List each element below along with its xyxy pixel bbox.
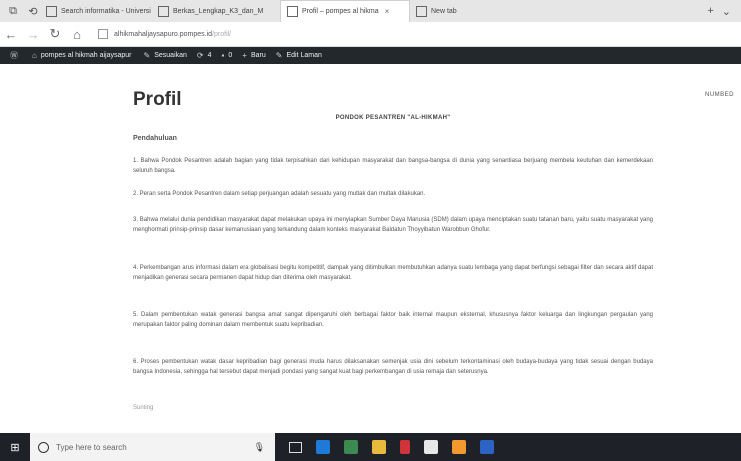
wp-admin-bar: Ⓦ ⌂ pompes al hikmah aijaysapur ✎ Sesuaika… bbox=[0, 47, 741, 64]
taskbar-search-box[interactable]: Type here to search 🎙 bbox=[30, 433, 275, 461]
paragraph-4: 4. Perkembangan arus informasi dalam era… bbox=[133, 265, 653, 281]
home-icon[interactable]: ⌂ bbox=[66, 27, 88, 42]
section-heading: Pendahuluan bbox=[133, 135, 177, 142]
url-host: alhikmahaljaysapuro.pompes.id bbox=[114, 30, 213, 38]
tab-label: New tab bbox=[431, 7, 457, 15]
document-title: PONDOK PESANTREN "AL-HIKMAH" bbox=[335, 115, 451, 121]
pencil-icon: ✎ bbox=[275, 51, 283, 60]
wp-updates[interactable]: ⟳ 4 bbox=[197, 51, 212, 60]
tab-label: Berkas_Lengkap_K3_dan_M bbox=[173, 7, 264, 15]
wp-comments[interactable]: ▪ 0 bbox=[222, 51, 233, 60]
microphone-icon[interactable]: 🎙 bbox=[254, 442, 265, 453]
tab-strip-right: + ⌄ bbox=[707, 5, 741, 18]
comments-count: 0 bbox=[228, 52, 233, 59]
back-arrow-icon[interactable]: ← bbox=[0, 27, 22, 42]
new-tab-button[interactable]: + bbox=[707, 5, 713, 17]
edge-browser-icon[interactable] bbox=[316, 440, 330, 454]
paragraph-2: 2. Peran serta Pondok Pesantren dalam se… bbox=[133, 191, 426, 197]
paragraph-1: 1. Bahwa Pondok Pesantren adalah bagian … bbox=[133, 158, 653, 174]
tab-label: Search informatika - Universi bbox=[61, 7, 151, 15]
tab-list-chevron-icon[interactable]: ⌄ bbox=[722, 5, 731, 18]
site-name-label: pompes al hikmah aijaysapur bbox=[40, 52, 132, 59]
windows-start-icon[interactable]: ⊞ bbox=[0, 433, 30, 461]
page-title: Profil bbox=[133, 89, 182, 110]
tab-search-informatika[interactable]: Search informatika - Universi bbox=[40, 0, 152, 22]
home-icon: ⌂ bbox=[32, 51, 37, 60]
refresh-icon: ⟳ bbox=[196, 51, 204, 60]
url-field[interactable]: alhikmahaljaysapuro.pompes.id /profil/ bbox=[98, 29, 231, 39]
wp-site-name[interactable]: ⌂ pompes al hikmah aijaysapur bbox=[32, 51, 132, 60]
plus-icon: + bbox=[242, 51, 247, 60]
number-label: NUMBED bbox=[705, 92, 735, 98]
page-icon bbox=[46, 5, 57, 17]
updates-count: 4 bbox=[207, 52, 212, 59]
edit-page-label: Edit Laman bbox=[286, 52, 322, 59]
new-label: Baru bbox=[250, 52, 266, 59]
page-icon bbox=[416, 5, 427, 17]
document-icon bbox=[158, 5, 169, 17]
wp-customize[interactable]: ✎ Sesuaikan bbox=[144, 51, 187, 60]
excel-icon[interactable] bbox=[344, 440, 358, 454]
taskbar-app-icons bbox=[289, 440, 494, 454]
wp-logo-menu[interactable]: Ⓦ bbox=[10, 50, 22, 61]
tab-new-tab[interactable]: New tab bbox=[410, 0, 490, 22]
set-aside-tabs-icon[interactable]: ⟲ bbox=[26, 4, 40, 18]
brush-icon: ✎ bbox=[143, 51, 151, 60]
wp-new[interactable]: + Baru bbox=[242, 51, 265, 60]
app-red-icon[interactable] bbox=[400, 440, 410, 454]
page-content: Profil NUMBED PONDOK PESANTREN "AL-HIKMA… bbox=[0, 64, 741, 433]
task-view-icon[interactable] bbox=[289, 441, 302, 453]
word-icon[interactable] bbox=[480, 440, 494, 454]
cortana-circle-icon bbox=[38, 441, 49, 453]
app-orange-icon[interactable] bbox=[452, 440, 466, 454]
paragraph-5: 5. Dalam pembentukan watak generasi bang… bbox=[133, 312, 653, 328]
store-icon[interactable] bbox=[424, 440, 438, 454]
refresh-icon[interactable]: ↻ bbox=[44, 26, 66, 42]
browser-tab-strip: ⧉ ⟲ Search informatika - Universi Berkas… bbox=[0, 0, 741, 22]
address-bar-row: ← → ↻ ⌂ alhikmahaljaysapuro.pompes.id /p… bbox=[0, 22, 741, 47]
tab-label: Profil – pompes al hikma bbox=[302, 8, 379, 15]
search-placeholder: Type here to search bbox=[56, 442, 127, 452]
url-path: /profil/ bbox=[212, 30, 232, 38]
forward-arrow-icon[interactable]: → bbox=[22, 27, 44, 42]
edit-link[interactable]: Sunting bbox=[133, 405, 153, 411]
paragraph-3: 3. Bahwa melalui dunia pendidikan masyar… bbox=[133, 217, 653, 233]
wp-edit-page[interactable]: ✎ Edit Laman bbox=[276, 51, 322, 60]
page-icon bbox=[287, 6, 298, 17]
paragraph-6: 6. Proses pembentukan watak dasar keprib… bbox=[133, 359, 653, 375]
page-info-icon[interactable] bbox=[98, 29, 108, 39]
file-explorer-icon[interactable] bbox=[372, 440, 386, 454]
tab-profil[interactable]: Profil – pompes al hikma × bbox=[280, 0, 410, 22]
tab-actions-icon[interactable]: ⧉ bbox=[6, 4, 20, 18]
tab-close-icon[interactable]: × bbox=[385, 7, 390, 16]
customize-label: Sesuaikan bbox=[154, 52, 187, 59]
tab-berkas-lengkap[interactable]: Berkas_Lengkap_K3_dan_M bbox=[152, 0, 280, 22]
comment-icon: ▪ bbox=[221, 51, 225, 60]
wordpress-logo-icon: Ⓦ bbox=[10, 51, 18, 60]
windows-taskbar: ⊞ Type here to search 🎙 bbox=[0, 433, 741, 461]
